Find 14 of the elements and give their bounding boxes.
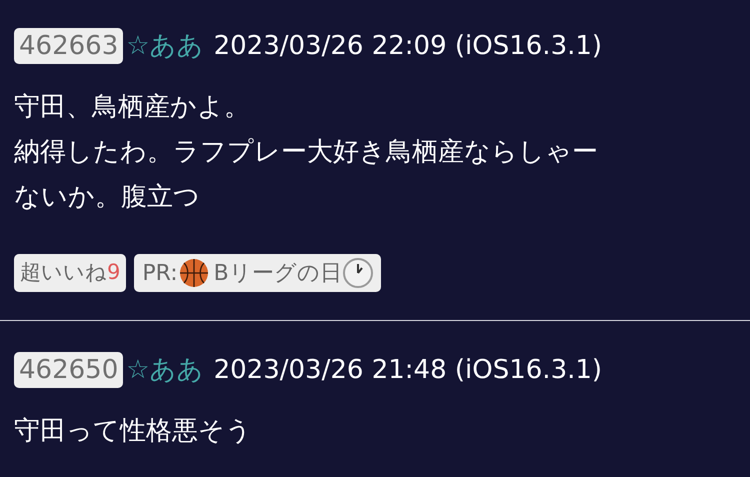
post-date: 2023/03/26 22:09 (iOS16.3.1) [214,30,602,63]
post-body: 守田、鳥栖産かよ。 納得したわ。ラフプレー大好き鳥栖産ならしゃー ないか。腹立つ [14,91,599,214]
poster-name: ☆ああ [126,354,204,387]
poster-name: ☆ああ [126,30,204,63]
post-number[interactable]: 462663 [14,28,124,64]
post-date: 2023/03/26 21:48 (iOS16.3.1) [214,354,602,387]
like-button[interactable]: 超いいね9 [14,254,126,292]
clock-icon [342,258,373,288]
ad-text: Bリーグの日 [214,260,342,288]
basketball-icon [178,258,209,288]
ad-label: PR: [142,260,178,288]
post-body: 守田って性格悪そう [14,415,253,448]
post-number[interactable]: 462650 [14,352,124,388]
ad-link[interactable]: PR: Bリーグの日 [134,254,381,292]
